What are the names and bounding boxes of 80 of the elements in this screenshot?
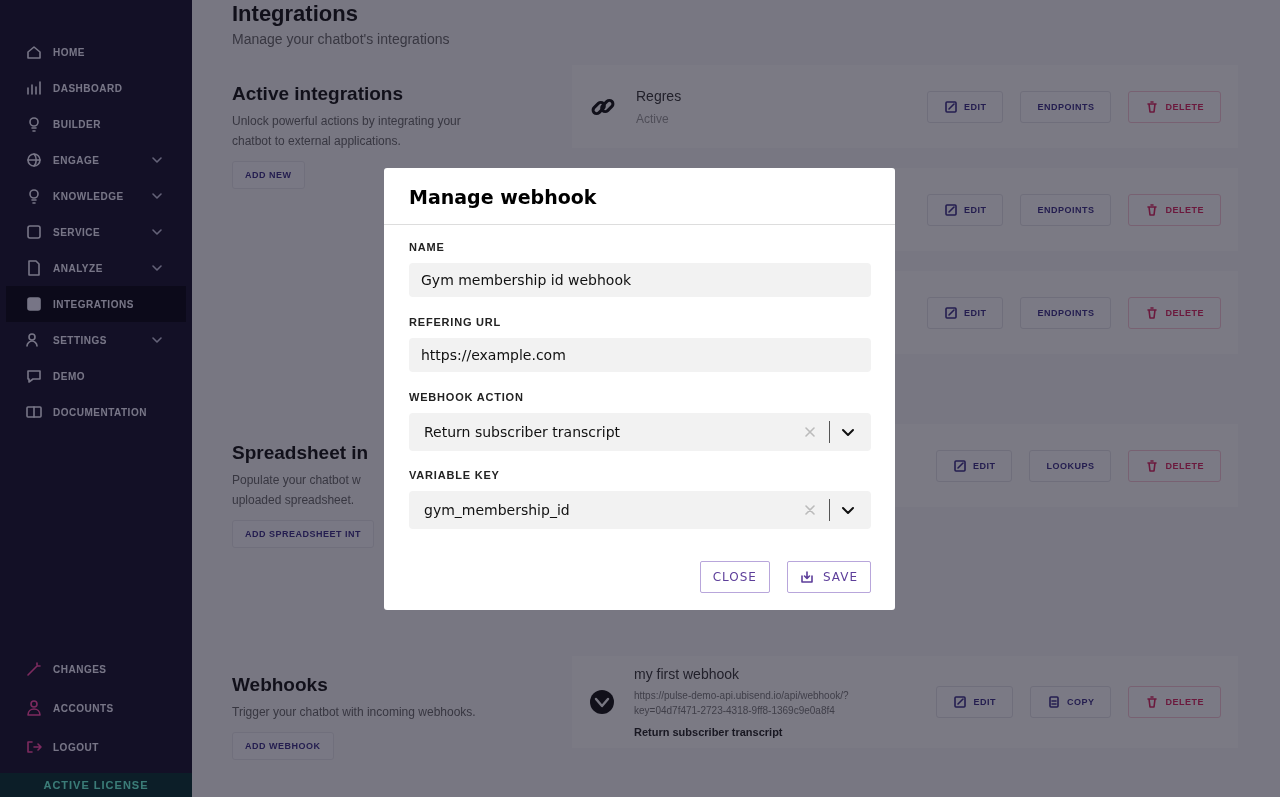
action-button[interactable]: ENDPOINTS: [1020, 296, 1112, 329]
nav-item[interactable]: CHANGES: [0, 651, 192, 687]
trash-icon: [1145, 99, 1160, 114]
delete-button[interactable]: DELETE: [1128, 686, 1221, 718]
delete-button[interactable]: DELETE: [1128, 90, 1221, 123]
trash-icon: [1145, 695, 1160, 709]
square-icon: [25, 223, 43, 241]
edit-icon: [953, 695, 968, 709]
field-label: NAME: [409, 241, 446, 253]
webhook-url: https://pulse-demo-api.ubisend.io/api/webhook/? key=04d7f471-2723-4318-9ff8-1369c9e0a8f4: [634, 689, 850, 718]
clipboard-icon: [1046, 695, 1061, 709]
webhook-action: Return subscriber transcript: [634, 726, 784, 738]
edit-button[interactable]: EDIT: [926, 296, 1004, 329]
section-title: Spreadsheet in: [232, 442, 369, 464]
download-icon: [799, 570, 814, 584]
action-button[interactable]: LOOKUPS: [1029, 449, 1112, 482]
section-title: Webhooks: [232, 674, 328, 696]
chart-icon: [25, 79, 43, 97]
chat-icon: [25, 367, 43, 385]
section-description: Populate your chatbot w uploaded spreadsheet.: [232, 472, 361, 509]
field-label: VARIABLE KEY: [409, 469, 501, 481]
nav-item[interactable]: DOCUMENTATION: [0, 394, 192, 430]
delete-button[interactable]: DELETE: [1128, 193, 1221, 226]
nav-item[interactable]: SERVICE: [0, 214, 192, 250]
delete-button[interactable]: DELETE: [1128, 449, 1221, 482]
nav-item[interactable]: ENGAGE: [0, 142, 192, 178]
globe-icon: [25, 151, 43, 169]
action-button[interactable]: ENDPOINTS: [1020, 90, 1112, 123]
delete-button[interactable]: DELETE: [1128, 296, 1221, 329]
clear-icon: [804, 426, 816, 438]
input-field[interactable]: Gym membership id webhook: [409, 263, 871, 297]
select-field[interactable]: Return subscriber transcript: [409, 413, 871, 451]
badge-icon: [588, 688, 616, 716]
edit-button[interactable]: EDIT: [926, 193, 1004, 226]
edit-button[interactable]: EDIT: [936, 686, 1013, 718]
edit-icon: [943, 202, 958, 217]
nav-item[interactable]: DASHBOARD: [0, 70, 192, 106]
document-icon: [25, 259, 43, 277]
trash-icon: [1145, 305, 1160, 320]
card-title: my first webhook: [634, 666, 741, 682]
nav-item[interactable]: SETTINGS: [0, 322, 192, 358]
nav-item[interactable]: DEMO: [0, 358, 192, 394]
action-button[interactable]: ENDPOINTS: [1020, 193, 1112, 226]
section-description: Trigger your chatbot with incoming webhooks.: [232, 704, 476, 721]
save-button[interactable]: SAVE: [786, 561, 871, 593]
section-title: Active integrations: [232, 83, 404, 105]
page-subtitle: Manage your chatbot's integrations: [232, 31, 451, 47]
edit-icon: [943, 305, 958, 320]
license-banner: ACTIVE LICENSE: [0, 773, 192, 797]
house-icon: [25, 43, 43, 61]
trash-icon: [1145, 202, 1160, 217]
nav-item[interactable]: ACCOUNTS: [0, 690, 192, 726]
select-field[interactable]: gym_membership_id: [409, 491, 871, 529]
edit-button[interactable]: EDIT: [935, 449, 1013, 482]
add-button[interactable]: ADD WEBHOOK: [232, 732, 334, 760]
input-field[interactable]: https://example.com: [409, 338, 871, 372]
nav-item[interactable]: LOGOUT: [0, 729, 192, 765]
section-description: Unlock powerful actions by integrating your chatbot to external applications.: [232, 113, 461, 150]
close-button[interactable]: CLOSE: [699, 561, 770, 593]
edit-icon: [943, 99, 958, 114]
field-label: REFERING URL: [409, 316, 503, 328]
nav-item[interactable]: HOME: [0, 34, 192, 70]
nav-item[interactable]: BUILDER: [0, 106, 192, 142]
person-icon: [25, 699, 43, 717]
add-button[interactable]: ADD NEW: [232, 161, 305, 189]
clear-icon: [804, 504, 816, 516]
card-title: Regres: [636, 87, 683, 104]
page-title: Integrations: [232, 0, 359, 27]
nav-item[interactable]: INTEGRATIONS: [6, 286, 186, 322]
modal-title: Manage webhook: [409, 186, 598, 208]
edit-button[interactable]: EDIT: [926, 90, 1004, 123]
nav-item[interactable]: ANALYZE: [0, 250, 192, 286]
logout-icon: [25, 738, 43, 756]
book-icon: [25, 403, 43, 421]
trash-icon: [1145, 458, 1160, 473]
add-button[interactable]: ADD SPREADSHEET INT: [232, 520, 374, 548]
field-label: WEBHOOK ACTION: [409, 391, 525, 403]
edit-icon: [952, 458, 967, 473]
nav-item[interactable]: KNOWLEDGE: [0, 178, 192, 214]
copy-button[interactable]: COPY: [1029, 686, 1112, 718]
